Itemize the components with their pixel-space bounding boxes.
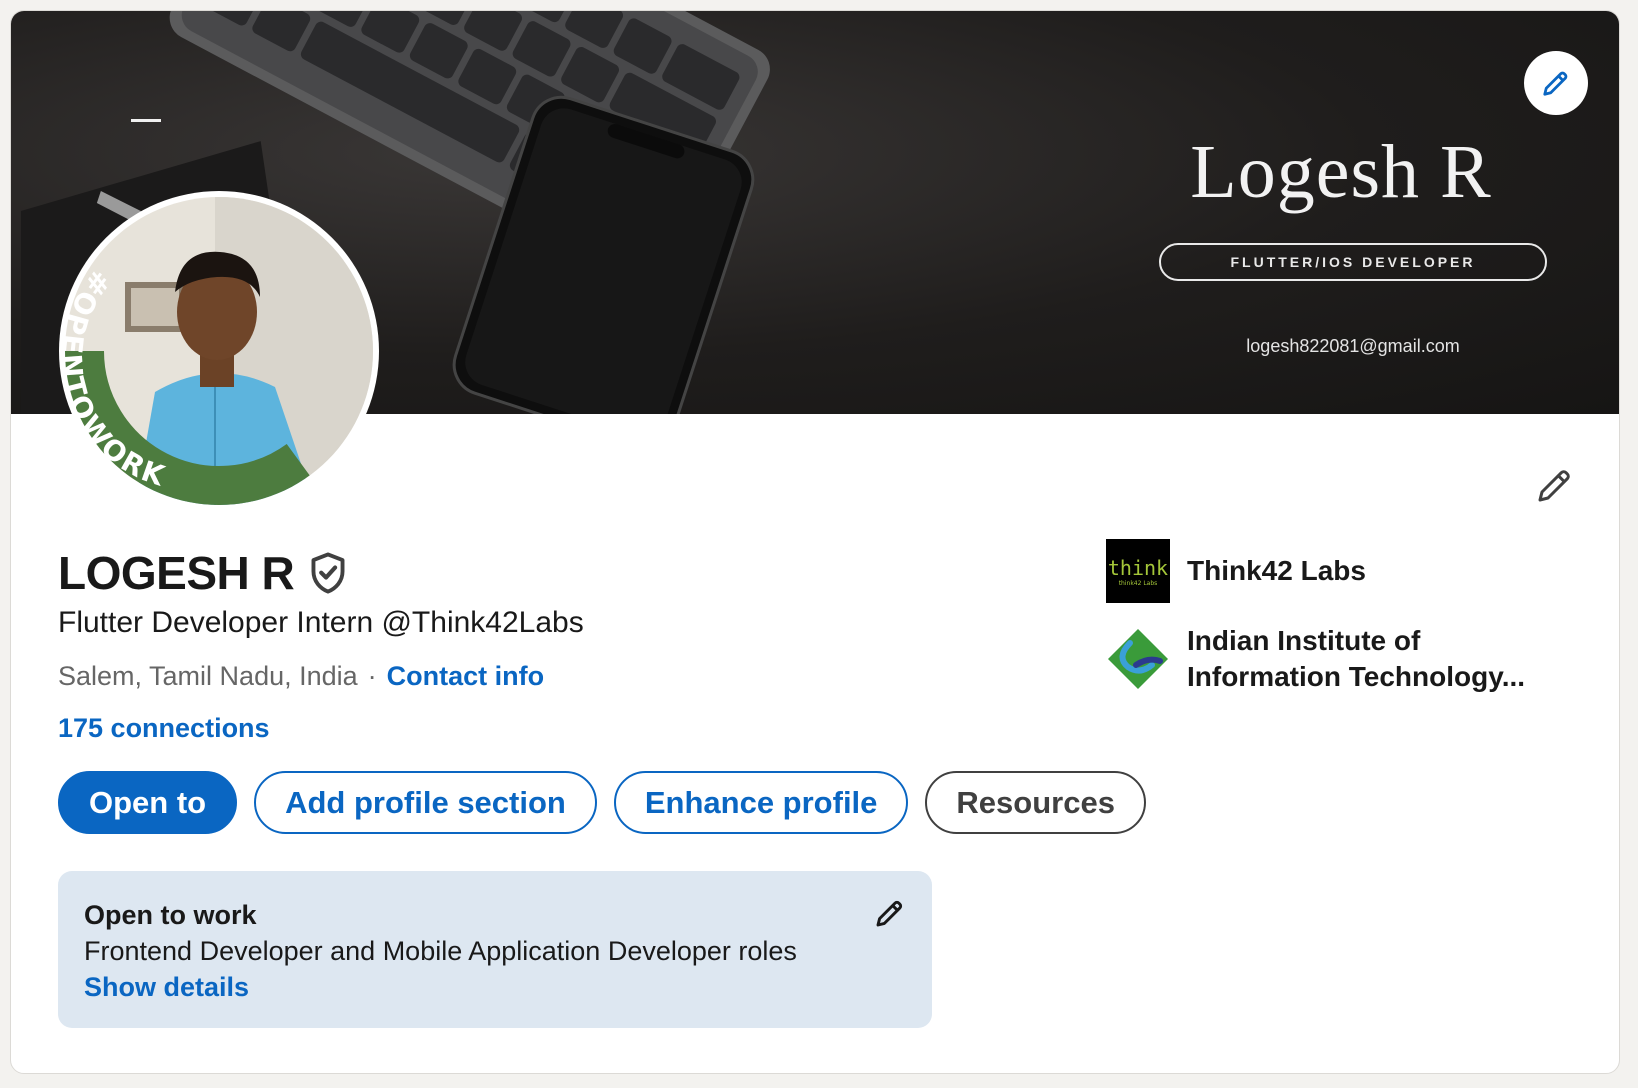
svg-text:think42 Labs: think42 Labs: [1119, 580, 1158, 587]
experience-education-list: think think42 Labs Think42 Labs Indian I…: [1106, 539, 1576, 695]
pencil-icon: [876, 900, 903, 927]
profile-photo[interactable]: #OPENTOWORK: [59, 191, 379, 511]
banner-dash-mark: [131, 119, 161, 122]
verified-shield-icon[interactable]: [308, 552, 348, 594]
banner-name: Logesh R: [1190, 130, 1492, 214]
avatar-image: #OPENTOWORK: [65, 197, 373, 505]
pencil-icon: [1538, 470, 1570, 502]
school-name: Indian Institute of Information Technolo…: [1187, 625, 1526, 692]
current-company-item[interactable]: think think42 Labs Think42 Labs: [1106, 539, 1576, 603]
profile-card: Logesh R FLUTTER/IOS DEVELOPER logesh822…: [10, 10, 1620, 1074]
show-details-link[interactable]: Show details: [84, 969, 249, 1005]
edit-cover-button[interactable]: [1524, 51, 1588, 115]
location-separator: ·: [367, 661, 377, 691]
name-row: LOGESH R: [58, 546, 348, 600]
profile-actions: Open to Add profile section Enhance prof…: [58, 771, 1146, 834]
open-to-button[interactable]: Open to: [58, 771, 238, 834]
open-to-work-title: Open to work: [84, 900, 257, 930]
enhance-profile-button[interactable]: Enhance profile: [613, 771, 909, 834]
banner-role-pill: FLUTTER/IOS DEVELOPER: [1159, 243, 1547, 281]
education-item[interactable]: Indian Institute of Information Technolo…: [1106, 623, 1576, 695]
resources-button[interactable]: Resources: [925, 771, 1146, 834]
banner-email: logesh822081@gmail.com: [1246, 336, 1460, 356]
edit-open-to-work-button[interactable]: [868, 891, 912, 935]
open-to-work-card: Open to work Frontend Developer and Mobi…: [58, 871, 932, 1028]
open-to-work-roles: Frontend Developer and Mobile Applicatio…: [84, 936, 797, 966]
company-name: Think42 Labs: [1187, 555, 1366, 586]
contact-info-link[interactable]: Contact info: [387, 661, 544, 692]
connections-link[interactable]: 175 connections: [58, 713, 270, 744]
profile-name: LOGESH R: [58, 547, 295, 599]
profile-location: Salem, Tamil Nadu, India: [58, 661, 358, 691]
location-row: Salem, Tamil Nadu, India · Contact info: [58, 661, 544, 692]
pencil-icon: [1543, 71, 1568, 96]
edit-intro-button[interactable]: [1531, 461, 1579, 509]
iiit-logo-icon: [1106, 627, 1170, 691]
svg-text:think: think: [1108, 556, 1168, 580]
think42-logo-icon: think think42 Labs: [1106, 539, 1170, 603]
profile-headline: Flutter Developer Intern @Think42Labs: [58, 606, 584, 639]
add-profile-section-button[interactable]: Add profile section: [254, 771, 597, 834]
